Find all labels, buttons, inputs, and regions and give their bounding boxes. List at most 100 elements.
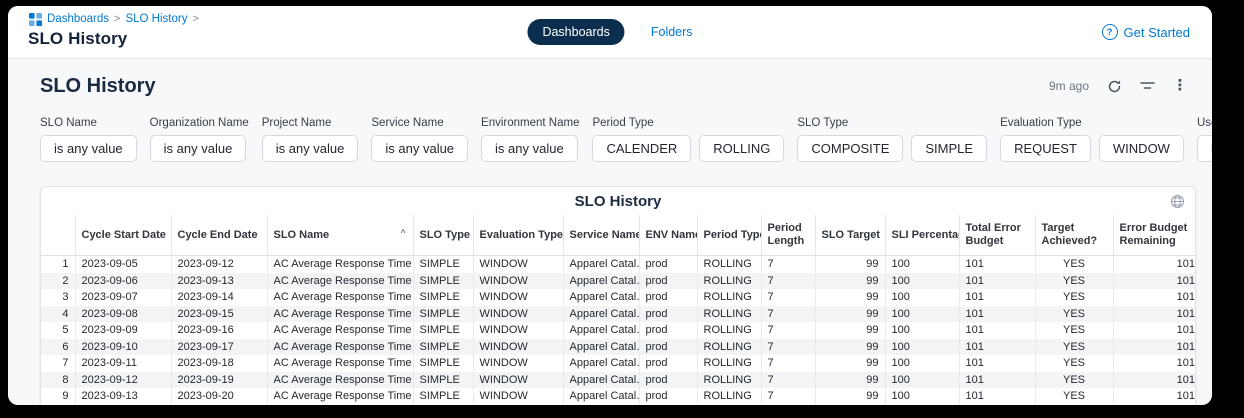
table-cell: Apparel Catal… xyxy=(563,339,639,356)
table-cell: SIMPLE xyxy=(413,289,473,306)
dashboard-header: SLO History 9m ago ⋮ xyxy=(40,71,1196,101)
table-cell: 99 xyxy=(815,322,885,339)
table-cell: 101 xyxy=(1113,339,1196,356)
table-cell: prod xyxy=(639,372,697,389)
table-cell: WINDOW xyxy=(473,289,563,306)
table-cell: 5 xyxy=(41,322,75,339)
table-cell: 100 xyxy=(885,405,959,406)
more-vertical-icon[interactable]: ⋮ xyxy=(1172,78,1188,94)
table-cell: Apparel Catal… xyxy=(563,355,639,372)
table-cell: 7 xyxy=(761,256,815,273)
filter-button[interactable]: is any value xyxy=(1197,135,1212,162)
filter-button[interactable]: is any value xyxy=(40,135,137,162)
help-circle-icon: ? xyxy=(1102,24,1118,40)
table-cell: 2023-09-15 xyxy=(171,306,267,323)
table-cell: 101 xyxy=(1113,405,1196,406)
column-header[interactable]: Total Error Budget xyxy=(959,215,1035,256)
table-cell: 100 xyxy=(885,372,959,389)
page-title: SLO History xyxy=(28,29,199,49)
table-cell: 101 xyxy=(1113,289,1196,306)
filter-button[interactable]: is any value xyxy=(371,135,468,162)
breadcrumb-dashboards[interactable]: Dashboards xyxy=(47,13,109,25)
filter-button[interactable]: is any value xyxy=(150,135,247,162)
column-header[interactable]: SLO Target xyxy=(815,215,885,256)
table-cell: 2 xyxy=(41,273,75,290)
filter-label: User Journey xyxy=(1197,117,1212,129)
filter-button[interactable]: WINDOW xyxy=(1099,135,1184,162)
table-cell: 7 xyxy=(41,355,75,372)
table-cell: AC Average Response Time xyxy=(267,372,413,389)
column-header[interactable]: Cycle Start Date xyxy=(75,215,171,256)
app-window: Dashboards > SLO History > SLO History D… xyxy=(8,6,1212,405)
table-cell: WINDOW xyxy=(473,405,563,406)
table-cell: 3 xyxy=(41,289,75,306)
table-cell: ROLLING xyxy=(697,372,761,389)
table-cell: prod xyxy=(639,289,697,306)
breadcrumb-separator: > xyxy=(192,13,198,25)
globe-icon[interactable] xyxy=(1169,193,1185,209)
tab-dashboards[interactable]: Dashboards xyxy=(527,19,624,45)
column-header[interactable]: Target Achieved? xyxy=(1035,215,1113,256)
table-cell: 101 xyxy=(959,355,1035,372)
refresh-icon[interactable] xyxy=(1106,78,1122,94)
column-header[interactable]: ENV Name xyxy=(639,215,697,256)
column-header[interactable]: SLI Percentage xyxy=(885,215,959,256)
table-cell: 99 xyxy=(815,339,885,356)
filter-button[interactable]: is any value xyxy=(262,135,359,162)
table-cell: AC Average Response Time xyxy=(267,339,413,356)
filter-button[interactable]: SIMPLE xyxy=(911,135,987,162)
filter-period-type: Period Type CALENDER ROLLING xyxy=(592,117,784,162)
filter-button[interactable]: COMPOSITE xyxy=(797,135,903,162)
header-tabs: Dashboards Folders xyxy=(527,6,692,58)
table-cell: YES xyxy=(1035,372,1113,389)
table-cell: Apparel Catal… xyxy=(563,273,639,290)
column-header[interactable]: Evaluation Type xyxy=(473,215,563,256)
column-header[interactable]: Cycle End Date xyxy=(171,215,267,256)
table-cell: YES xyxy=(1035,339,1113,356)
table-cell: prod xyxy=(639,339,697,356)
table-cell: 2023-09-12 xyxy=(75,372,171,389)
table-cell: 100 xyxy=(885,306,959,323)
column-header[interactable]: Period Length xyxy=(761,215,815,256)
table-row: 52023-09-092023-09-16AC Average Response… xyxy=(41,322,1196,339)
table-cell: 99 xyxy=(815,273,885,290)
column-header[interactable]: SLO Type xyxy=(413,215,473,256)
table-cell: YES xyxy=(1035,322,1113,339)
sort-ascending-icon: ^ xyxy=(401,229,406,240)
column-header[interactable]: SLO Name^ xyxy=(267,215,413,256)
table-cell: SIMPLE xyxy=(413,372,473,389)
table-cell: SIMPLE xyxy=(413,388,473,405)
get-started-link[interactable]: ? Get Started xyxy=(1102,24,1190,40)
filter-label: Period Type xyxy=(592,117,784,129)
table-cell: Apparel Catal… xyxy=(563,289,639,306)
table-cell: YES xyxy=(1035,273,1113,290)
filter-button[interactable]: CALENDER xyxy=(592,135,691,162)
table-cell: 2023-09-16 xyxy=(171,322,267,339)
filter-label: Service Name xyxy=(371,117,468,129)
breadcrumb-slo-history[interactable]: SLO History xyxy=(125,13,187,25)
table-cell: SIMPLE xyxy=(413,273,473,290)
table-cell: 101 xyxy=(1113,388,1196,405)
slo-table: Cycle Start DateCycle End DateSLO Name^S… xyxy=(41,215,1196,405)
filter-icon[interactable] xyxy=(1139,78,1155,94)
table-cell: YES xyxy=(1035,289,1113,306)
column-header[interactable] xyxy=(41,215,75,256)
table-cell: 99 xyxy=(815,306,885,323)
column-header[interactable]: Service Name xyxy=(563,215,639,256)
table-cell: Apparel Catal… xyxy=(563,372,639,389)
filter-button[interactable]: REQUEST xyxy=(1000,135,1091,162)
table-cell: 7 xyxy=(761,289,815,306)
filter-button[interactable]: is any value xyxy=(481,135,578,162)
card-header: SLO History xyxy=(41,187,1195,215)
top-header: Dashboards > SLO History > SLO History D… xyxy=(8,6,1212,59)
table-cell: prod xyxy=(639,405,697,406)
tab-folders[interactable]: Folders xyxy=(651,25,693,39)
column-header[interactable]: Error Budget Remaining xyxy=(1113,215,1196,256)
slo-history-card: SLO History Cycle Start DateCycle End Da… xyxy=(40,186,1196,405)
table-cell: 99 xyxy=(815,289,885,306)
column-header[interactable]: Period Type xyxy=(697,215,761,256)
filter-button[interactable]: ROLLING xyxy=(699,135,784,162)
table-cell: 1 xyxy=(41,256,75,273)
header-left: Dashboards > SLO History > SLO History xyxy=(28,12,199,49)
filter-label: Environment Name xyxy=(481,117,579,129)
